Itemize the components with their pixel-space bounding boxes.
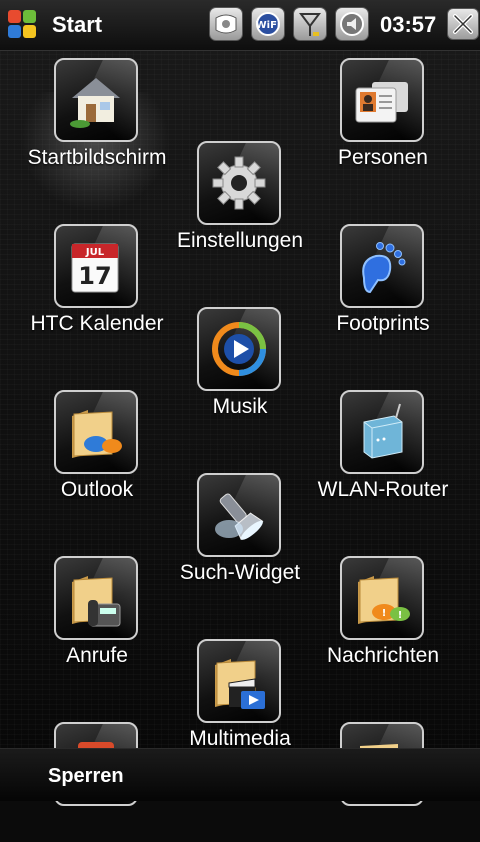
multimedia-tile [197, 639, 281, 723]
close-icon [453, 14, 473, 34]
clock: 03:57 [380, 12, 437, 37]
home-tile [54, 58, 138, 142]
folder-media-icon [215, 659, 265, 709]
gear-icon [212, 156, 266, 210]
svg-text:JUL: JUL [85, 247, 105, 258]
windows-start-icon[interactable] [8, 10, 38, 40]
svg-text:17: 17 [78, 262, 111, 290]
svg-text:WiFi: WiFi [256, 20, 281, 31]
calls-tile [54, 556, 138, 640]
folder-messages-icon: !! [358, 576, 410, 624]
softkey-bar: Sperren [0, 748, 480, 801]
volume-icon[interactable] [335, 7, 369, 41]
outlook-tile [54, 390, 138, 474]
contacts-icon [355, 82, 408, 123]
title-bar: Start WiFi 03:57 [0, 0, 480, 51]
wifi-icon[interactable]: WiFi [251, 7, 285, 41]
home-icon [70, 78, 120, 128]
contacts-tile [340, 58, 424, 142]
router-icon [363, 403, 403, 459]
svg-text:!: ! [382, 608, 387, 619]
footprints-tile [340, 224, 424, 308]
router-tile [340, 390, 424, 474]
footprints-icon [362, 242, 406, 294]
messages-tile: !! [340, 556, 424, 640]
folder-phone-icon [72, 576, 121, 627]
music-tile [197, 307, 281, 391]
flashlight-icon [215, 493, 264, 541]
calendar-tile: JUL 17 [54, 224, 138, 308]
signal-icon[interactable] [293, 7, 327, 41]
close-button[interactable] [447, 8, 479, 40]
settings-tile [197, 141, 281, 225]
folder-chat-icon [72, 410, 122, 458]
play-icon [212, 322, 266, 376]
calendar-icon: JUL 17 [71, 243, 119, 293]
sync-icon[interactable] [209, 7, 243, 41]
page-title: Start [52, 12, 103, 37]
search-tile [197, 473, 281, 557]
svg-text:!: ! [398, 610, 403, 621]
lock-softkey[interactable]: Sperren [48, 765, 124, 788]
